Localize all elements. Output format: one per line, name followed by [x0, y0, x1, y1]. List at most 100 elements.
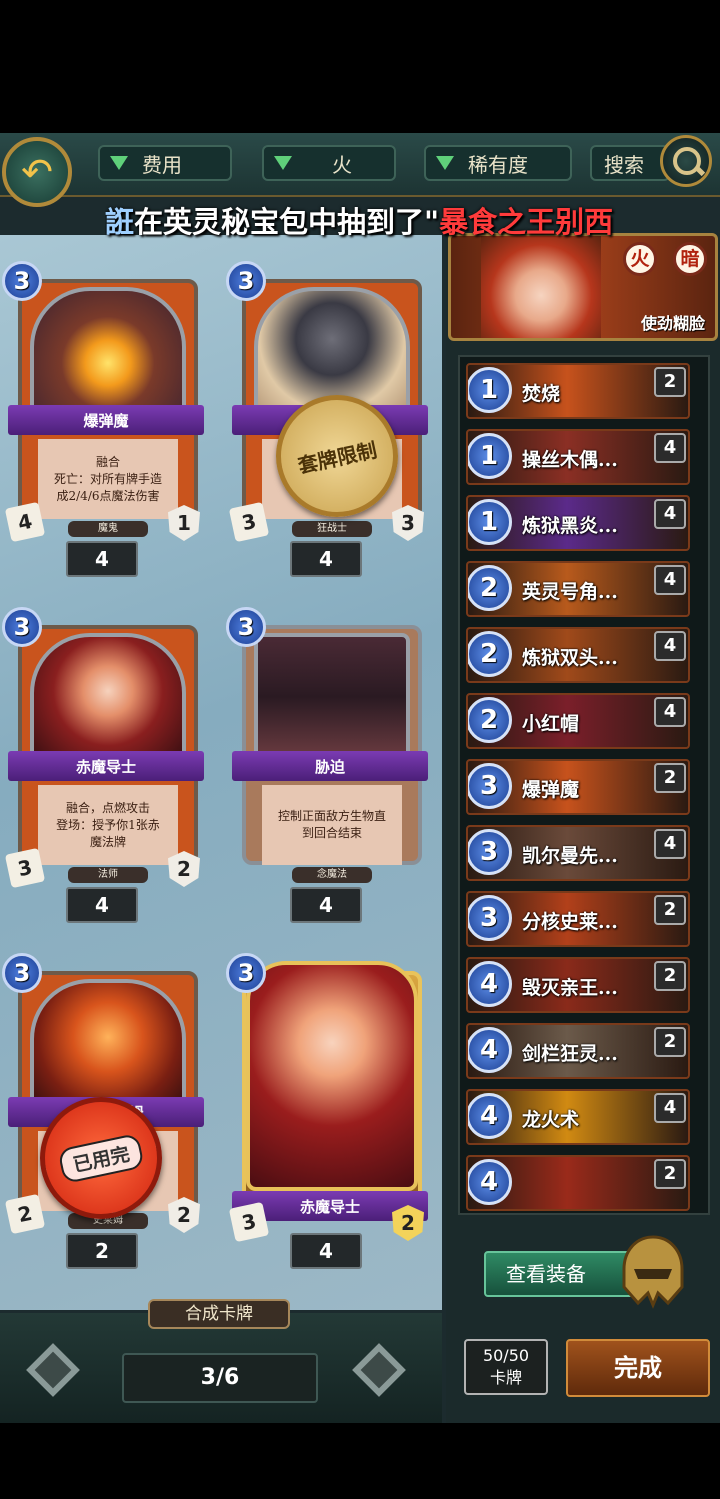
deck-card-count-badge: 4 [654, 565, 686, 595]
done-button[interactable]: 完成 [566, 1339, 710, 1397]
deck-card-row[interactable]: 4 龙火术 4 [466, 1089, 690, 1145]
deck-card-name: 龙火术 [522, 1109, 580, 1131]
mana-cost-gem: 3 [2, 261, 42, 301]
deck-builder-screen: 费用 火 稀有度 搜索 ↶ 爆弹魔 融合 死亡：对所有牌手造 成2/4/6点魔法… [0, 133, 720, 1423]
health-shield: 2 [168, 851, 200, 887]
deck-card-row[interactable]: 2 小红帽 4 [466, 693, 690, 749]
deck-card-count-badge: 4 [654, 697, 686, 727]
card-art [30, 979, 186, 1107]
card-race: 念魔法 [292, 867, 372, 883]
card-text-line: 到回合结束 [301, 826, 362, 840]
deck-card-count-badge: 4 [654, 829, 686, 859]
card-count-value: 50/50 [482, 1346, 530, 1365]
marquee-message: 在英灵秘宝包中抽到了" [134, 205, 440, 239]
collection-card[interactable]: 分核史莱姆 史莱姆 3 2 2 2 已用完 [2, 951, 204, 1269]
deck-card-row[interactable]: 3 凯尔曼先... 4 [466, 825, 690, 881]
back-button[interactable]: ↶ [2, 137, 72, 207]
owned-count: 4 [66, 887, 138, 923]
deck-card-count-badge: 2 [654, 1027, 686, 1057]
deck-card-row[interactable]: 1 操丝木偶... 4 [466, 429, 690, 485]
deck-card-name: 操丝木偶... [522, 449, 618, 471]
card-text-line: 成2/4/6点魔法伤害 [56, 488, 160, 503]
deck-card-count-badge: 2 [654, 895, 686, 925]
card-text-line: 登场：授予你1张赤 [56, 817, 160, 832]
craft-cards-button[interactable]: 合成卡牌 [148, 1299, 290, 1329]
card-text: 融合，点燃攻击 登场：授予你1张赤 魔法牌 [38, 785, 178, 865]
deck-card-row[interactable]: 3 分核史莱... 2 [466, 891, 690, 947]
deck-card-row[interactable]: 1 炼狱黑炎... 4 [466, 495, 690, 551]
element-fire-icon: 火 [623, 242, 657, 276]
card-collection-panel: 爆弹魔 融合 死亡：对所有牌手造 成2/4/6点魔法伤害 魔鬼 3 4 1 4 … [0, 235, 442, 1310]
card-race: 法师 [68, 867, 148, 883]
magnifier-icon[interactable] [660, 135, 712, 187]
collection-card-golden[interactable]: 赤魔导士 3 3 2 4 [226, 951, 428, 1269]
card-text-line: 死亡：对所有牌手造 [53, 471, 162, 486]
deck-panel: 火 暗 使劲糊脸 1 焚烧 2 1 操丝木偶... 4 1 炼狱黑炎... 4 2 英灵号角... 4… [446, 233, 720, 1423]
rarity-filter-label: 稀有度 [468, 152, 528, 177]
collection-card[interactable]: 赤魔导士 融合，点燃攻击 登场：授予你1张赤 魔法牌 法师 3 3 2 4 [2, 605, 204, 923]
rarity-filter[interactable]: 稀有度 [424, 145, 572, 181]
dropdown-triangle-icon [436, 156, 454, 170]
deck-card-cost: 2 [468, 565, 512, 611]
deck-card-row[interactable]: 3 爆弹魔 2 [466, 759, 690, 815]
hero-art [481, 236, 601, 338]
page-indicator: 3/6 [122, 1353, 318, 1403]
card-text: 控制正面敌方生物直 到回合结束 [262, 785, 402, 865]
deck-card-name: 英灵号角... [522, 581, 618, 603]
deck-card-count-badge: 2 [654, 763, 686, 793]
deck-card-cost: 1 [468, 499, 512, 545]
mana-cost-gem: 3 [226, 953, 266, 993]
deck-card-name: 炼狱双头... [522, 647, 618, 669]
deck-card-row[interactable]: 2 英灵号角... 4 [466, 561, 690, 617]
collection-card[interactable]: 凯尔曼先锋 狂战士 3 3 3 4 套牌限制 [226, 259, 428, 577]
deck-card-name: 爆弹魔 [522, 779, 580, 801]
card-art [30, 287, 186, 415]
deck-card-cost: 4 [468, 961, 512, 1007]
hero-portrait[interactable]: 火 暗 使劲糊脸 [448, 233, 718, 341]
attack-value: 2 [4, 1193, 46, 1235]
owned-count: 4 [290, 1233, 362, 1269]
deck-card-row[interactable]: 42 [466, 1155, 690, 1211]
deck-card-list[interactable]: 1 焚烧 2 1 操丝木偶... 4 1 炼狱黑炎... 4 2 英灵号角... 4 2 炼狱双头... 4… [458, 355, 710, 1215]
hero-skill-name: 使劲糊脸 [640, 314, 705, 333]
search-label: 搜索 [604, 152, 644, 177]
deck-card-row[interactable]: 4 剑栏狂灵... 2 [466, 1023, 690, 1079]
deck-card-count-badge: 4 [654, 433, 686, 463]
deck-card-row[interactable]: 1 焚烧 2 [466, 363, 690, 419]
prev-page-icon[interactable] [24, 1341, 84, 1401]
deck-card-cost: 2 [468, 697, 512, 743]
deck-card-cost: 3 [468, 763, 512, 809]
element-filter[interactable]: 火 [262, 145, 396, 181]
cost-filter[interactable]: 费用 [98, 145, 232, 181]
deck-card-cost: 1 [468, 367, 512, 413]
deck-card-count-badge: 2 [654, 1159, 686, 1189]
helmet-icon [622, 1235, 684, 1309]
deck-card-cost: 4 [468, 1093, 512, 1139]
owned-count: 4 [290, 887, 362, 923]
deck-card-cost: 3 [468, 895, 512, 941]
announcement-marquee: 誑在英灵秘宝包中抽到了"暴食之王别西 [105, 199, 720, 239]
collection-card[interactable]: 爆弹魔 融合 死亡：对所有牌手造 成2/4/6点魔法伤害 魔鬼 3 4 1 4 [2, 259, 204, 577]
attack-value: 3 [228, 1201, 270, 1243]
deck-card-cost: 3 [468, 829, 512, 875]
deck-card-cost: 4 [468, 1027, 512, 1073]
mana-cost-gem: 3 [226, 607, 266, 647]
deck-card-row[interactable]: 4 毁灭亲王... 2 [466, 957, 690, 1013]
card-text-line: 融合 [95, 454, 120, 469]
card-text-line: 魔法牌 [89, 834, 126, 849]
search-button[interactable]: 搜索 [590, 145, 670, 181]
card-art [254, 633, 410, 761]
element-dark-icon: 暗 [673, 242, 707, 276]
deck-card-count: 50/50 卡牌 [464, 1339, 548, 1395]
top-bar: 费用 火 稀有度 搜索 [0, 133, 720, 197]
collection-card[interactable]: 胁迫 控制正面敌方生物直 到回合结束 念魔法 3 4 [226, 605, 428, 923]
view-equipment-button[interactable]: 查看装备 [484, 1251, 634, 1297]
cost-filter-label: 费用 [142, 152, 182, 177]
deck-card-name: 毁灭亲王... [522, 977, 618, 999]
deck-card-row[interactable]: 2 炼狱双头... 4 [466, 627, 690, 683]
mana-cost-gem: 3 [2, 607, 42, 647]
owned-count: 2 [66, 1233, 138, 1269]
stamp-label: 已用完 [57, 1132, 145, 1184]
dropdown-triangle-icon [110, 156, 128, 170]
next-page-icon[interactable] [350, 1341, 410, 1401]
